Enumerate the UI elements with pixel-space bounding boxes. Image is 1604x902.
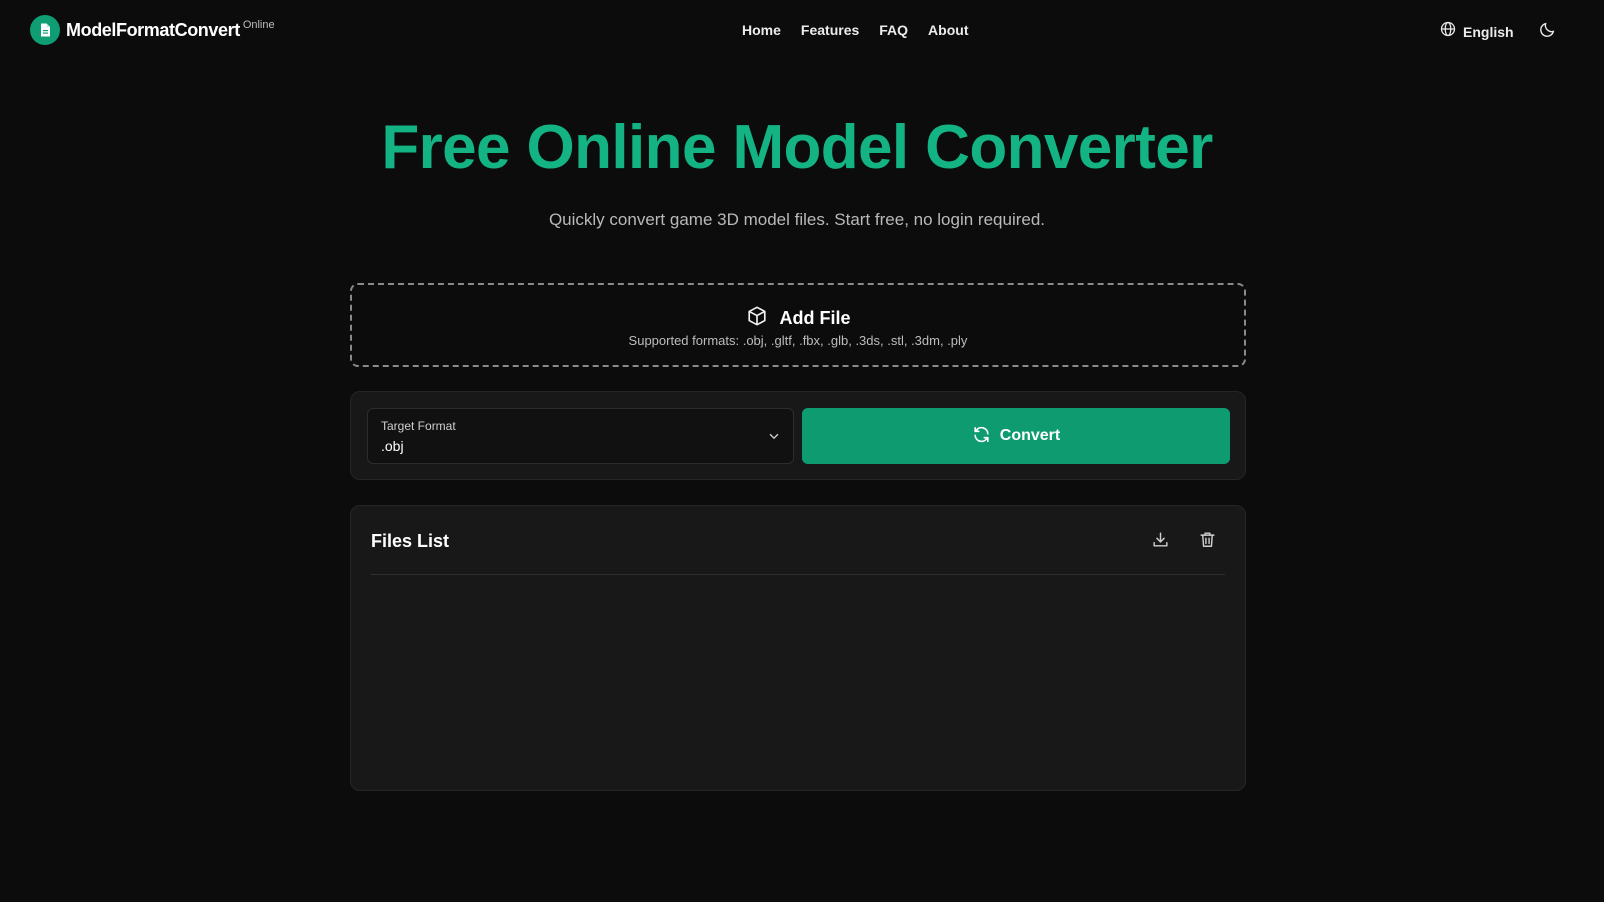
files-actions (1151, 530, 1217, 554)
chevron-down-icon (767, 429, 781, 448)
refresh-icon (972, 425, 991, 447)
download-all-button[interactable] (1151, 530, 1170, 554)
convert-button-label: Convert (999, 427, 1061, 444)
file-dropzone[interactable]: Add File Supported formats: .obj, .gltf,… (350, 283, 1246, 367)
target-format-label: Target Format (381, 419, 456, 433)
top-navbar: ModelFormatConvert Online Home Features … (0, 0, 1604, 62)
nav-features[interactable]: Features (801, 22, 859, 38)
target-format-value: .obj (381, 438, 404, 454)
logo-superscript: Online (242, 19, 275, 31)
page-subtitle: Quickly convert game 3D model files. Sta… (548, 210, 1046, 229)
files-list-title: Files List (371, 531, 450, 551)
add-file-row: Add File (352, 305, 1244, 332)
nav-home[interactable]: Home (742, 22, 781, 38)
globe-icon (1440, 21, 1456, 42)
nav-faq[interactable]: FAQ (879, 22, 908, 38)
target-format-select[interactable]: Target Format .obj (367, 408, 794, 464)
trash-icon (1198, 530, 1217, 554)
convert-button[interactable]: Convert (802, 408, 1230, 464)
cube-icon (746, 305, 768, 332)
files-divider (371, 574, 1225, 575)
nav-about[interactable]: About (928, 22, 968, 38)
file-icon (30, 15, 60, 45)
clear-files-button[interactable] (1198, 530, 1217, 554)
theme-toggle-button[interactable] (1539, 21, 1556, 43)
language-label: English (1463, 23, 1514, 40)
moon-icon (1539, 21, 1556, 43)
main-nav: Home Features FAQ About (742, 22, 968, 38)
add-file-label: Add File (779, 308, 851, 328)
files-list-panel: Files List (350, 505, 1246, 791)
logo-name: ModelFormatConvert (66, 20, 240, 40)
supported-formats-text: Supported formats: .obj, .gltf, .fbx, .g… (628, 333, 968, 348)
language-selector[interactable]: English (1440, 21, 1514, 42)
page-title: Free Online Model Converter (381, 113, 1213, 182)
convert-panel: Target Format .obj Convert (350, 391, 1246, 480)
site-logo[interactable]: ModelFormatConvert Online (30, 15, 275, 45)
download-icon (1151, 530, 1170, 554)
